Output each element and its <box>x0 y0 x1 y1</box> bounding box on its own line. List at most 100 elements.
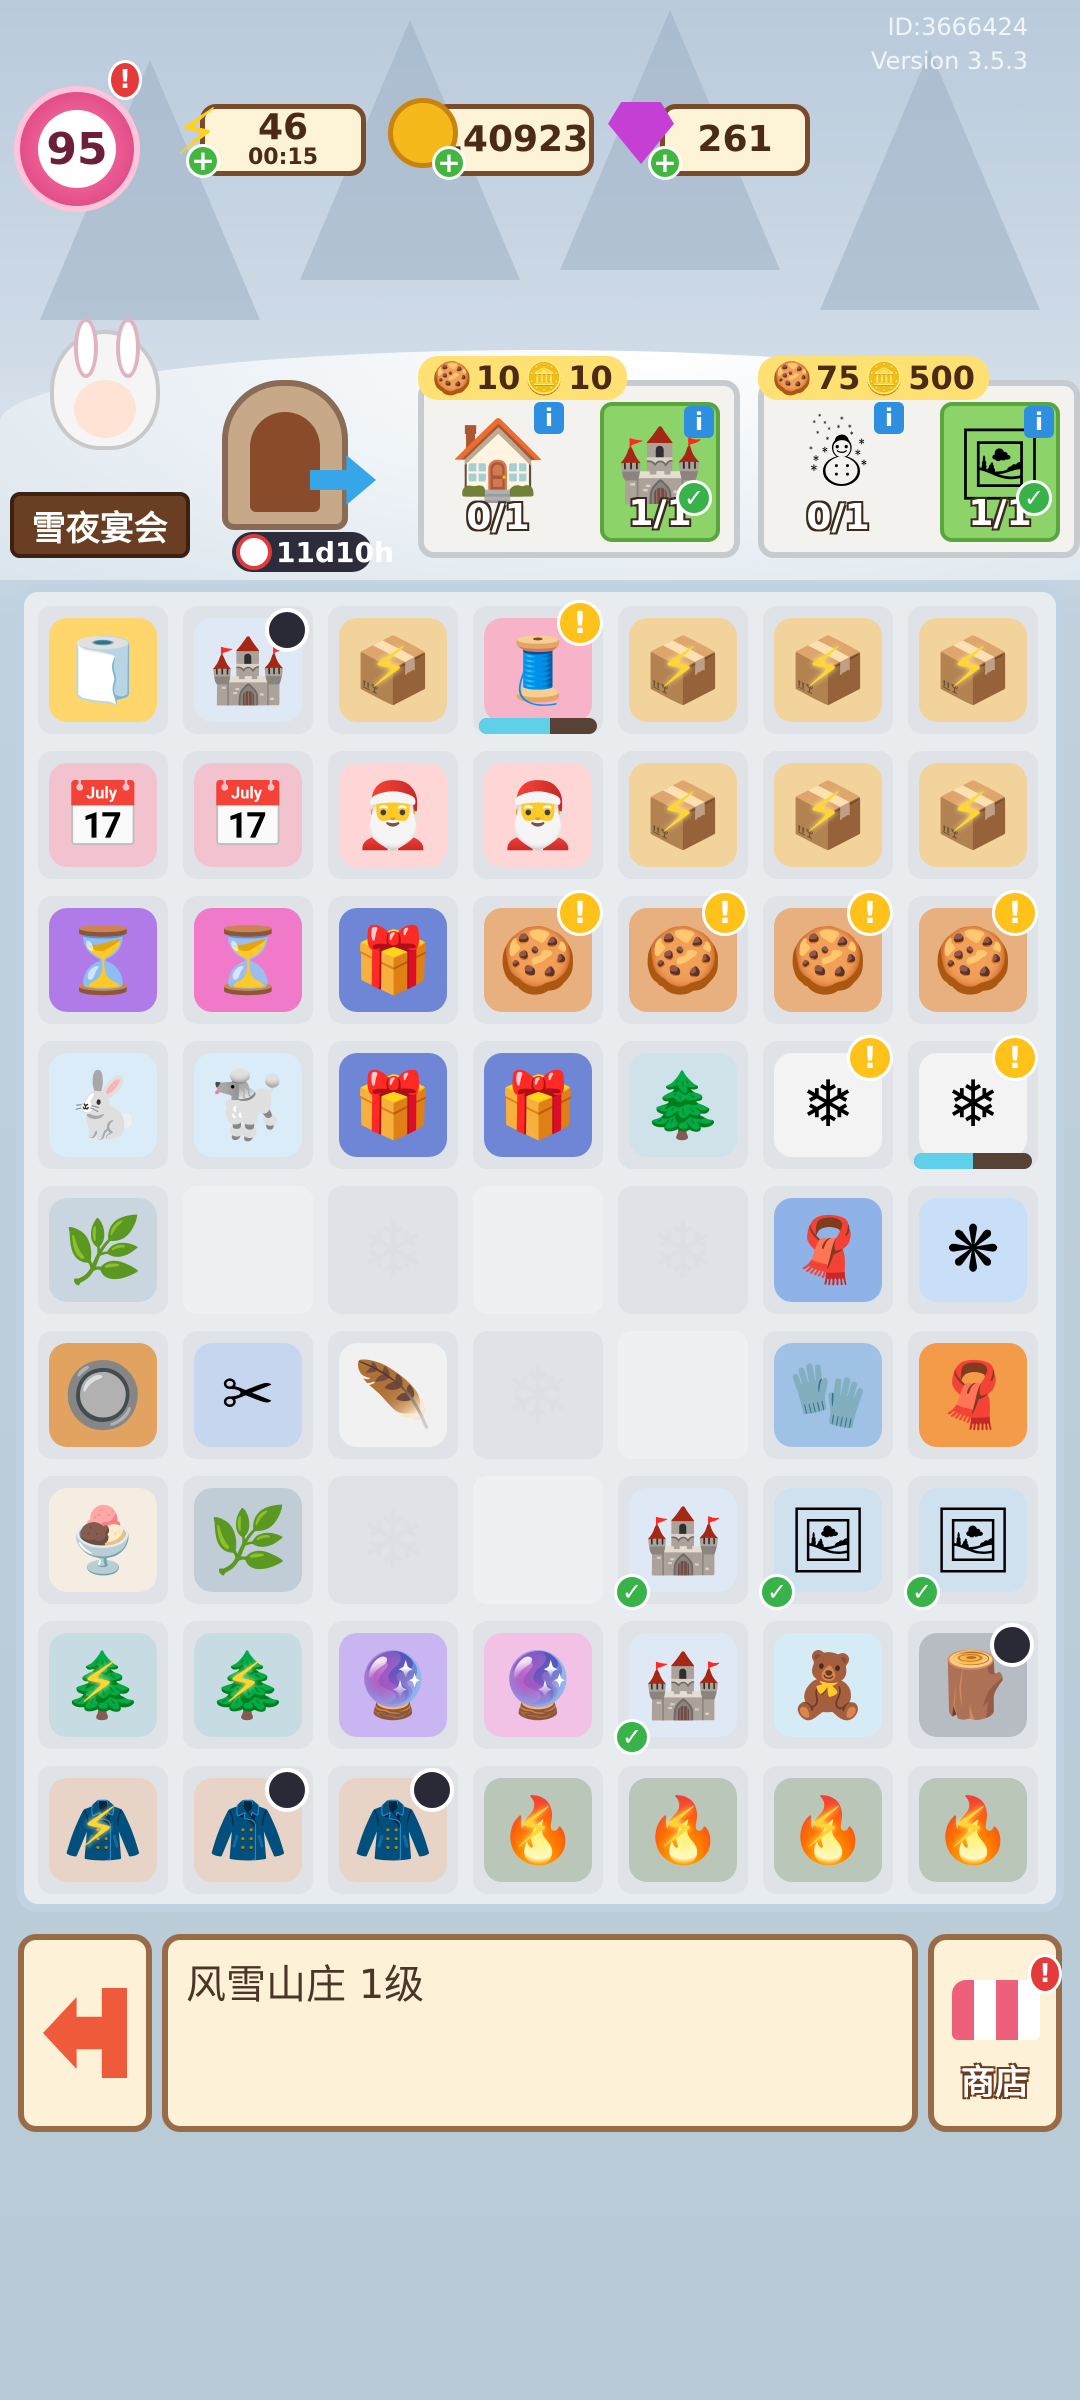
board-cell-fire-stump[interactable]: 🔥 <box>473 1766 603 1894</box>
board-cell-ice-poodle[interactable]: 🐩 <box>183 1041 313 1169</box>
exit-arrow-icon <box>43 1988 127 2078</box>
board-cell-fire-stump[interactable]: 🔥 <box>763 1766 893 1894</box>
board-cell-crate[interactable]: 📦 <box>763 606 893 734</box>
character-face <box>74 380 136 438</box>
board-cell-gift-roll[interactable]: 🎁 <box>473 1041 603 1169</box>
board-cell-gift-roll[interactable]: 🎁 <box>328 1041 458 1169</box>
checkmark-icon: ✓ <box>1016 480 1052 516</box>
order-reward-b: 500 <box>908 359 976 397</box>
cooldown-clock-icon <box>265 1768 309 1812</box>
board-cell-crate[interactable]: 📦 <box>328 606 458 734</box>
board-cell-tissue-box[interactable]: 🧻 <box>38 606 168 734</box>
board-cell-jacket[interactable]: 🧥 <box>328 1766 458 1894</box>
board-cell-cookie-tray[interactable]: 🍪! <box>473 890 603 1024</box>
board-cell-stump[interactable]: 🪵 <box>908 1621 1038 1749</box>
clock-icon <box>236 534 272 570</box>
mitten-icon: 🧤 <box>774 1343 882 1447</box>
board-cell-buttons[interactable]: 🔘 <box>38 1331 168 1459</box>
board-cell-photo-board[interactable]: 🖼 ✓ <box>759 1476 893 1610</box>
board-cell-snow-mansion[interactable]: 🏰 ✓ <box>614 1476 748 1610</box>
board-cell-frozen-branch[interactable]: 🌿 <box>38 1186 168 1314</box>
ready-alert-icon: ! <box>992 1035 1038 1081</box>
info-icon[interactable]: i <box>874 402 904 434</box>
board-cell-snow-globe-mansion[interactable]: 🔮 <box>328 1621 458 1749</box>
board-cell-crate[interactable]: 📦 <box>908 606 1038 734</box>
fire-stump-icon: 🔥 <box>919 1778 1027 1882</box>
empty-cell[interactable]: ❄ <box>328 1476 458 1604</box>
board-cell-santa-hat[interactable]: 🎅 <box>328 751 458 879</box>
board-cell-hourglass-gem-pink[interactable]: ⏳ <box>183 896 313 1024</box>
board-cell-blue-scarf[interactable]: 🧣 <box>763 1186 893 1314</box>
board-cell-snow-mansion[interactable]: 🏰 <box>183 606 313 734</box>
board-cell-jacket[interactable]: 🧥 <box>38 1766 168 1894</box>
board-cell-mitten[interactable]: 🧤 <box>763 1331 893 1459</box>
board-cell-orange-scarf[interactable]: 🧣 <box>908 1331 1038 1459</box>
event-name-plate[interactable]: 雪夜宴会 <box>10 492 190 558</box>
ice-cream-icon: 🍨 <box>49 1488 157 1592</box>
board-cell-snow-mansion[interactable]: 🏰 ✓ <box>614 1621 748 1755</box>
board-cell-calendar[interactable]: 📅 <box>183 751 313 879</box>
order-card[interactable]: 🍪 10 🪙 10 🏠 0/1 i 🏰 1/1 i ✓ <box>418 356 740 558</box>
board-cell-calendar[interactable]: 📅 <box>38 751 168 879</box>
empty-cell[interactable]: ❄ <box>328 1186 458 1314</box>
board-cell-scissors[interactable]: ✂ <box>183 1331 313 1459</box>
doily-icon: ❋ <box>919 1198 1027 1302</box>
merge-board[interactable]: 🧻🏰📦🧵!📦📦📦📅📅🎅🎅📦📦📦⏳⏳🎁🍪!🍪!🍪!🍪!🐇🐩🎁🎁🌲❄!❄!🌿❄❄🧣❋… <box>16 584 1064 1912</box>
fire-stump-icon: 🔥 <box>484 1778 592 1882</box>
board-cell-gift-roll[interactable]: 🎁 <box>328 896 458 1024</box>
board-cell-pine[interactable]: 🌲 <box>38 1621 168 1749</box>
event-portal-door[interactable] <box>222 380 348 530</box>
board-cell-doily[interactable]: ❋ <box>908 1186 1038 1314</box>
board-cell-hourglass-gem-purple[interactable]: ⏳ <box>38 896 168 1024</box>
board-cell-snow-globe-bear[interactable]: 🧸 <box>763 1621 893 1749</box>
feather-icon: 🪶 <box>339 1343 447 1447</box>
empty-cell[interactable]: ❄ <box>618 1186 748 1314</box>
board-cell-fire-stump[interactable]: 🔥 <box>908 1766 1038 1894</box>
board-cell-cookie-tray[interactable]: 🍪! <box>618 890 748 1024</box>
add-gems-button[interactable]: + <box>648 146 682 180</box>
order-slot[interactable]: 🏠 0/1 i <box>438 402 564 542</box>
board-cell-ice-rabbit[interactable]: 🐇 <box>38 1041 168 1169</box>
board-cell-snow-pile[interactable]: ❄! <box>763 1035 893 1169</box>
order-slot[interactable]: 🖼 1/1 i ✓ <box>940 402 1060 542</box>
board-cell-ice-cream[interactable]: 🍨 <box>38 1476 168 1604</box>
order-reward-a: 10 <box>475 359 521 397</box>
bunny-girl-character[interactable] <box>20 310 190 510</box>
board-cell-crate[interactable]: 📦 <box>908 751 1038 879</box>
board-cell-snow-pile[interactable]: ❄! <box>908 1035 1038 1169</box>
board-cell-crate[interactable]: 📦 <box>618 606 748 734</box>
empty-cell[interactable] <box>473 1476 603 1604</box>
add-energy-button[interactable]: + <box>186 144 220 178</box>
empty-cell[interactable] <box>473 1186 603 1314</box>
board-cell-pine[interactable]: 🌲 <box>183 1621 313 1749</box>
progress-fill <box>479 718 550 734</box>
gem-counter[interactable]: 261 <box>660 104 810 176</box>
board-cell-santa-hat[interactable]: 🎅 <box>473 751 603 879</box>
board-cell-feather[interactable]: 🪶 <box>328 1331 458 1459</box>
board-cell-crate[interactable]: 📦 <box>618 751 748 879</box>
info-icon[interactable]: i <box>1024 406 1054 438</box>
board-cell-cookie-tray[interactable]: 🍪! <box>763 890 893 1024</box>
board-cell-jacket[interactable]: 🧥 <box>183 1766 313 1894</box>
empty-cell[interactable] <box>618 1331 748 1459</box>
order-card[interactable]: 🍪 75 🪙 500 ☃ 0/1 i 🖼 1/1 i ✓ <box>758 356 1080 558</box>
empty-cell[interactable] <box>183 1186 313 1314</box>
info-icon[interactable]: i <box>534 402 564 434</box>
add-coins-button[interactable]: + <box>432 146 466 180</box>
board-cell-snowy-pine[interactable]: 🌲 <box>618 1041 748 1169</box>
board-cell-fire-stump[interactable]: 🔥 <box>618 1766 748 1894</box>
info-icon[interactable]: i <box>684 406 714 438</box>
blue-scarf-icon: 🧣 <box>774 1198 882 1302</box>
order-slot[interactable]: 🏰 1/1 i ✓ <box>600 402 720 542</box>
board-cell-sewing-machine[interactable]: 🧵! <box>473 600 603 734</box>
coin-icon: 🪙 <box>524 359 565 397</box>
order-slot[interactable]: ☃ 0/1 i <box>778 402 904 542</box>
player-level-badge[interactable]: 95 <box>14 86 140 212</box>
empty-cell[interactable]: ❄ <box>473 1331 603 1459</box>
exit-button[interactable] <box>18 1934 152 2132</box>
board-cell-cookie-tray[interactable]: 🍪! <box>908 890 1038 1024</box>
board-cell-snow-globe-pink[interactable]: 🔮 <box>473 1621 603 1749</box>
board-cell-photo-board[interactable]: 🖼 ✓ <box>904 1476 1038 1610</box>
board-cell-twig[interactable]: 🌿 <box>183 1476 313 1604</box>
board-cell-crate[interactable]: 📦 <box>763 751 893 879</box>
